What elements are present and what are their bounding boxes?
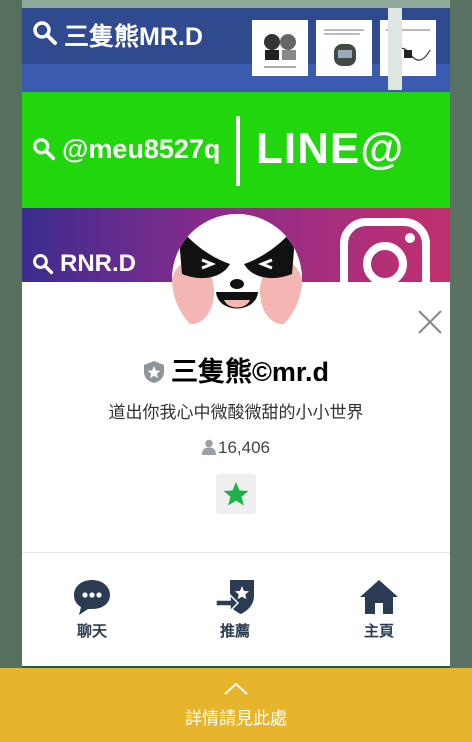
avatar xyxy=(172,214,302,344)
search-icon xyxy=(33,21,57,45)
close-icon[interactable] xyxy=(410,302,450,342)
share-icon xyxy=(215,580,254,614)
details-label: 詳情請見此處 xyxy=(185,709,287,728)
favorite-button[interactable] xyxy=(216,474,256,514)
search-icon xyxy=(33,254,54,275)
background-left xyxy=(0,0,22,742)
search-icon xyxy=(33,138,56,161)
profile-name: 三隻熊©mr.d xyxy=(171,357,329,387)
blog-search-text: 三隻熊MR.D xyxy=(64,23,203,51)
bears-thumbnail-icon xyxy=(264,34,296,68)
instagram-icon xyxy=(340,218,430,282)
home-label: 主頁 xyxy=(363,623,394,640)
chat-label: 聊天 xyxy=(76,623,107,640)
thumbnail-2 xyxy=(316,20,372,76)
line-divider xyxy=(236,116,240,186)
recommend-label: 推薦 xyxy=(219,623,250,640)
friend-count: 16,406 xyxy=(218,438,270,457)
line-logo: LINE@ xyxy=(256,124,405,173)
chat-button[interactable]: 聊天 xyxy=(37,578,147,641)
home-button[interactable]: 主頁 xyxy=(324,578,434,641)
recommend-button[interactable]: 推薦 xyxy=(180,578,290,641)
instagram-search-text: RNR.D xyxy=(60,250,136,277)
chat-bubble-icon xyxy=(74,580,110,615)
details-bar[interactable]: 詳情請見此處 xyxy=(0,668,472,742)
home-icon xyxy=(360,580,398,614)
card-divider xyxy=(22,552,450,553)
shield-icon xyxy=(144,361,165,383)
profile-name-row: 三隻熊©mr.d xyxy=(22,350,450,389)
friend-count-row: 16,406 xyxy=(22,438,450,458)
panda-avatar-icon xyxy=(172,214,302,344)
person-icon xyxy=(202,439,216,455)
status-message: 道出你我心中微酸微甜的小小世界 xyxy=(108,403,364,422)
line-search-text: @meu8527q xyxy=(62,134,221,164)
star-icon xyxy=(223,482,249,506)
chevron-up-icon xyxy=(224,682,248,695)
scroll-indicator xyxy=(388,8,402,90)
thumbnail-1 xyxy=(252,20,308,76)
background-right xyxy=(450,0,472,742)
bear-comic-thumbnail-icon xyxy=(324,29,364,66)
